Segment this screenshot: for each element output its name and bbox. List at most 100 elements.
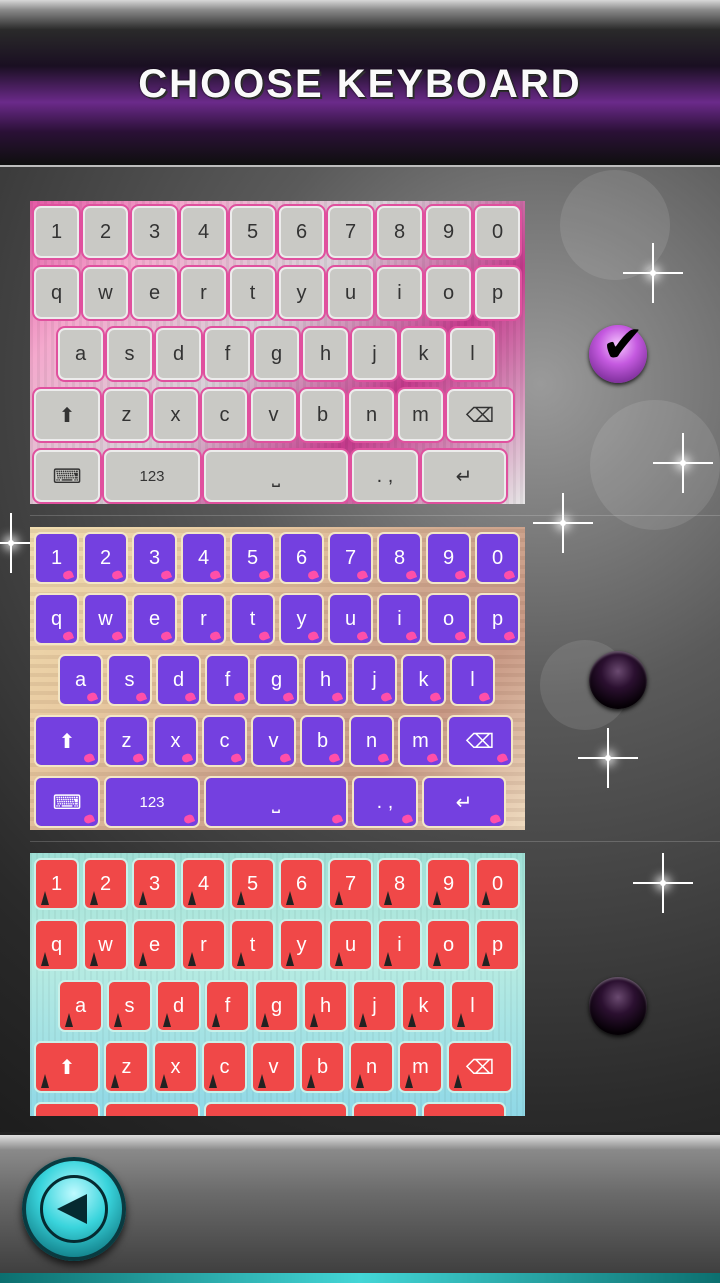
back-button[interactable] (22, 1157, 126, 1261)
key-h: h (303, 654, 348, 706)
key-row: qwertyuiop (32, 264, 525, 322)
key-p: p (475, 267, 520, 319)
key-row: ⬆ z x c v b n m ⌫ (32, 1038, 525, 1096)
key-s: s (107, 328, 152, 380)
key-j: j (352, 980, 397, 1032)
key-g: g (254, 980, 299, 1032)
key-3: 3 (132, 858, 177, 910)
key-j: j (352, 328, 397, 380)
key-y: y (279, 267, 324, 319)
key-i: i (377, 267, 422, 319)
key-l: l (450, 654, 495, 706)
keyboard-preview-pink[interactable]: 1 2 3 4 5 6 7 8 9 0 q w e r t y u i o p a s d f g h j k l ⬆ z x c v b n m ⌫ ⌨ 1… (30, 201, 525, 504)
enter-key: ↵ (422, 1102, 506, 1116)
key-u: u (328, 919, 373, 971)
key-2: 2 (83, 206, 128, 258)
key-3: 3 (132, 206, 177, 258)
key-f: f (205, 980, 250, 1032)
key-l: l (450, 980, 495, 1032)
key-k: k (401, 980, 446, 1032)
mode-key: 123 (104, 1102, 200, 1116)
key-p: p (475, 593, 520, 645)
key-row: qwertyuiop (32, 916, 525, 974)
key-r: r (181, 919, 226, 971)
key-a: a (58, 328, 103, 380)
key-row: ⌨123⎵. ,↵ (32, 447, 525, 504)
key-r: r (181, 593, 226, 645)
key-7: 7 (328, 532, 373, 584)
theme-option-1[interactable]: 1 2 3 4 5 6 7 8 9 0 q w e r t y u i o p a s d f g h j k l ⬆ z x c v b n m ⌫ ⌨ 1… (0, 195, 720, 521)
key-b: b (300, 389, 345, 441)
keyboard-preview-purple[interactable]: 1 2 3 4 5 6 7 8 9 0 q w e r t y u i o p a s d f g h j k l ⬆ z x c v b n m ⌫ ⌨ 1… (30, 527, 525, 830)
key-1: 1 (34, 532, 79, 584)
key-u: u (328, 593, 373, 645)
key-o: o (426, 919, 471, 971)
key-t: t (230, 267, 275, 319)
key-i: i (377, 593, 422, 645)
key-t: t (230, 919, 275, 971)
key-row: 1234567890 (32, 855, 525, 913)
key-row: asdfghjkl (32, 651, 525, 709)
enter-key: ↵ (422, 776, 506, 828)
enter-key: ↵ (422, 450, 506, 502)
key-l: l (450, 328, 495, 380)
punctuation-key: . , (352, 450, 418, 502)
key-p: p (475, 919, 520, 971)
back-arrow-icon (40, 1175, 108, 1243)
delete-key: ⌫ (447, 389, 513, 441)
key-row: 1234567890 (32, 529, 525, 587)
key-y: y (279, 919, 324, 971)
key-6: 6 (279, 532, 324, 584)
key-m: m (398, 389, 443, 441)
key-c: c (202, 389, 247, 441)
footer-accent-strip (0, 1273, 720, 1283)
key-h: h (303, 980, 348, 1032)
key-k: k (401, 328, 446, 380)
key-v: v (251, 389, 296, 441)
key-4: 4 (181, 858, 226, 910)
key-n: n (349, 389, 394, 441)
theme-radio[interactable] (589, 977, 647, 1035)
key-f: f (205, 654, 250, 706)
key-row: asdfghjkl (32, 325, 525, 383)
key-6: 6 (279, 206, 324, 258)
theme-radio-selected[interactable]: ✔ (589, 319, 647, 383)
key-7: 7 (328, 206, 373, 258)
theme-option-2[interactable]: 1 2 3 4 5 6 7 8 9 0 q w e r t y u i o p a s d f g h j k l ⬆ z x c v b n m ⌫ ⌨ 1… (0, 521, 720, 847)
key-a: a (58, 980, 103, 1032)
key-r: r (181, 267, 226, 319)
key-o: o (426, 267, 471, 319)
key-9: 9 (426, 206, 471, 258)
key-b: b (300, 1041, 345, 1093)
shift-key: ⬆ (34, 389, 100, 441)
key-e: e (132, 267, 177, 319)
key-row: ⌨123⎵. ,↵ (32, 1099, 525, 1116)
key-q: q (34, 919, 79, 971)
mode-key: 123 (104, 450, 200, 502)
key-row: ⌨123⎵. ,↵ (32, 773, 525, 830)
key-6: 6 (279, 858, 324, 910)
key-s: s (107, 654, 152, 706)
key-9: 9 (426, 858, 471, 910)
space-key: ⎵ (204, 776, 348, 828)
theme-option-3[interactable]: 1234567890qwertyuiopasdfghjkl⬆zxcvbnm⌫⌨1… (0, 847, 720, 1173)
key-e: e (132, 593, 177, 645)
mode-key: 123 (104, 776, 200, 828)
key-row: 1234567890 (32, 203, 525, 261)
keyboard-preview-red[interactable]: 1234567890qwertyuiopasdfghjkl⬆zxcvbnm⌫⌨1… (30, 853, 525, 1116)
header-bar: CHOOSE KEYBOARD (0, 0, 720, 167)
key-2: 2 (83, 858, 128, 910)
key-z: z (104, 715, 149, 767)
punctuation-key: . , (352, 776, 418, 828)
theme-radio[interactable] (589, 651, 647, 709)
punctuation-key: . , (352, 1102, 418, 1116)
key-x: x (153, 1041, 198, 1093)
key-7: 7 (328, 858, 373, 910)
key-w: w (83, 919, 128, 971)
key-3: 3 (132, 532, 177, 584)
key-i: i (377, 919, 422, 971)
shift-key: ⬆ (34, 715, 100, 767)
page-title: CHOOSE KEYBOARD (138, 62, 582, 106)
key-row: ⬆ z x c v b n m ⌫ (32, 712, 525, 770)
key-y: y (279, 593, 324, 645)
